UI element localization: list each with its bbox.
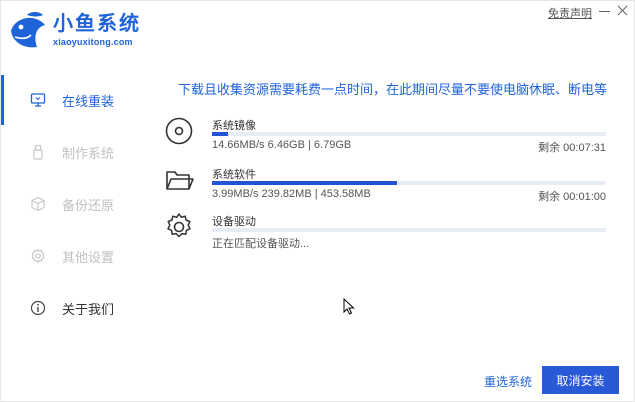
sidebar: 在线重装 制作系统 备份还原 其他设置 关于我们 [1, 75, 141, 335]
progress-fill [212, 132, 228, 136]
close-icon[interactable] [615, 3, 631, 19]
task-name: 系统镜像 [212, 120, 256, 132]
sidebar-item-label: 关于我们 [62, 301, 115, 317]
fish-logo-icon [11, 12, 45, 48]
task-system-image: 系统镜像 14.66MB/s 6.46GB | 6.79GB 剩余 00:07:… [163, 115, 608, 155]
sidebar-item-other-settings[interactable]: 其他设置 [1, 231, 141, 281]
info-icon [30, 300, 46, 316]
gear-icon [31, 248, 45, 264]
cube-icon [31, 196, 45, 212]
progress-track [212, 132, 606, 136]
disc-icon [165, 117, 193, 145]
task-system-software: 系统软件 3.99MB/s 239.82MB | 453.58MB 剩余 00:… [163, 164, 608, 204]
task-stats: 3.99MB/s 239.82MB | 453.58MB [212, 188, 371, 200]
sidebar-item-label: 制作系统 [62, 145, 115, 161]
progress-track [212, 228, 606, 232]
task-device-driver: 设备驱动 正在匹配设备驱动... [163, 211, 608, 251]
task-remaining-time: 剩余 00:01:00 [538, 191, 606, 203]
mouse-cursor-icon [343, 298, 355, 315]
logo-title: 小鱼系统 [53, 13, 141, 35]
sidebar-item-online-reinstall[interactable]: 在线重装 [1, 75, 141, 125]
sidebar-item-backup-restore[interactable]: 备份还原 [1, 179, 141, 229]
task-stats: 14.66MB/s 6.46GB | 6.79GB [212, 139, 352, 151]
progress-fill [212, 181, 398, 185]
task-name: 系统软件 [212, 169, 256, 181]
monitor-icon [30, 93, 46, 107]
logo: 小鱼系统 xiaoyuxitong.com [7, 9, 141, 51]
folder-icon [166, 171, 194, 190]
reselect-system-button[interactable]: 重选系统 [484, 373, 532, 390]
minimize-icon[interactable] [597, 3, 613, 19]
disclaimer-link[interactable]: 免责声明 [548, 5, 592, 21]
logo-text: 小鱼系统 xiaoyuxitong.com [53, 9, 141, 47]
task-remaining-time: 剩余 00:07:31 [538, 142, 606, 154]
logo-domain: xiaoyuxitong.com [53, 37, 133, 47]
task-name: 设备驱动 [212, 216, 256, 228]
installer-window: 小鱼系统 xiaoyuxitong.com 免责声明 在线重装 制作系统 备份还… [0, 0, 635, 402]
header: 小鱼系统 xiaoyuxitong.com 免责声明 [1, 1, 635, 65]
sidebar-item-about-us[interactable]: 关于我们 [1, 283, 141, 333]
download-notice: 下载且收集资源需要耗费一点时间，在此期间尽量不要使电脑休眠、断电等 [177, 82, 607, 97]
sidebar-item-label: 在线重装 [62, 93, 115, 109]
sidebar-item-label: 其他设置 [62, 249, 115, 265]
gear-icon [167, 213, 191, 238]
cancel-install-button[interactable]: 取消安装 [542, 366, 619, 394]
sidebar-item-make-system[interactable]: 制作系统 [1, 127, 141, 177]
progress-track [212, 181, 606, 185]
sidebar-item-label: 备份还原 [62, 197, 115, 213]
usb-drive-icon [33, 144, 43, 160]
task-stats: 正在匹配设备驱动... [212, 238, 310, 250]
